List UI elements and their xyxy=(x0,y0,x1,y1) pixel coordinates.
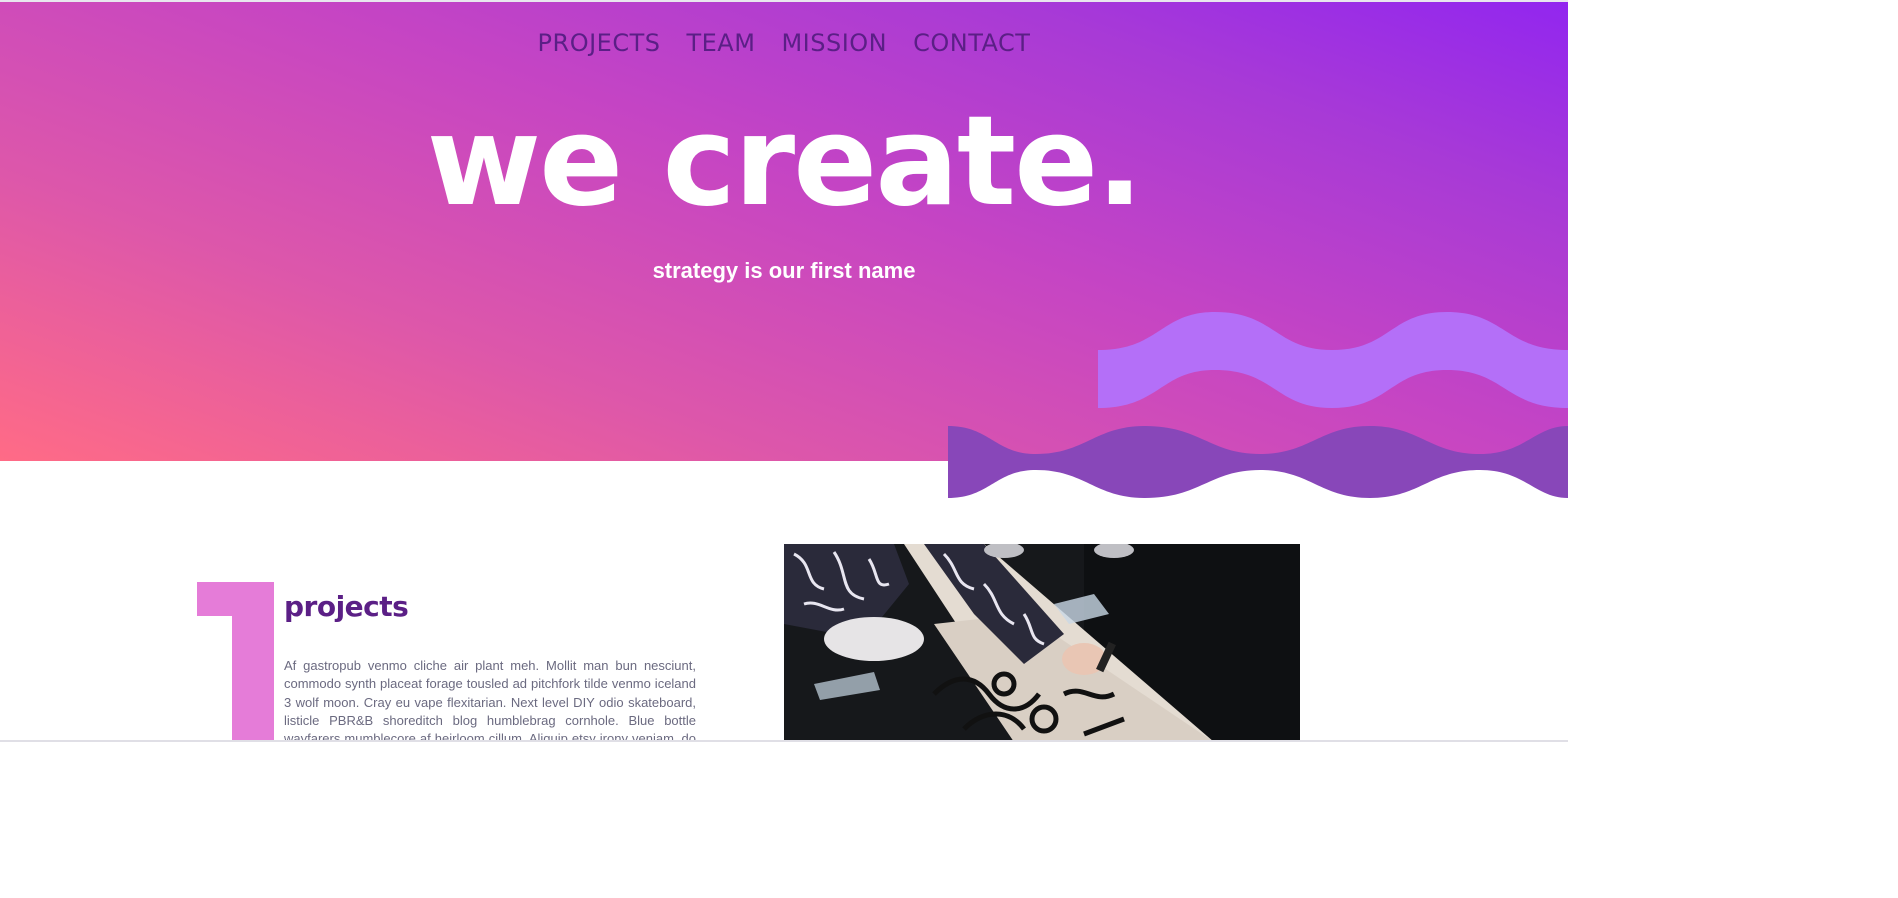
hero-section: PROJECTS TEAM MISSION CONTACT we create.… xyxy=(0,0,1568,461)
section-number-graphic xyxy=(197,582,274,742)
project-photo xyxy=(784,544,1300,742)
projects-body: Af gastropub venmo cliche air plant meh.… xyxy=(284,658,696,742)
project-photo-illustration xyxy=(784,544,1300,742)
projects-heading: projects xyxy=(284,590,409,623)
nav-link-projects[interactable]: PROJECTS xyxy=(538,28,661,58)
nav-link-contact[interactable]: CONTACT xyxy=(913,28,1030,58)
nav-link-team[interactable]: TEAM xyxy=(686,28,755,58)
page: PROJECTS TEAM MISSION CONTACT we create.… xyxy=(0,0,1568,742)
nav-link-mission[interactable]: MISSION xyxy=(781,28,887,58)
hero-title: we create. xyxy=(426,90,1144,234)
main-nav: PROJECTS TEAM MISSION CONTACT xyxy=(0,28,1568,58)
hero-subtitle: strategy is our first name xyxy=(652,258,916,283)
bottom-divider xyxy=(0,740,1568,742)
